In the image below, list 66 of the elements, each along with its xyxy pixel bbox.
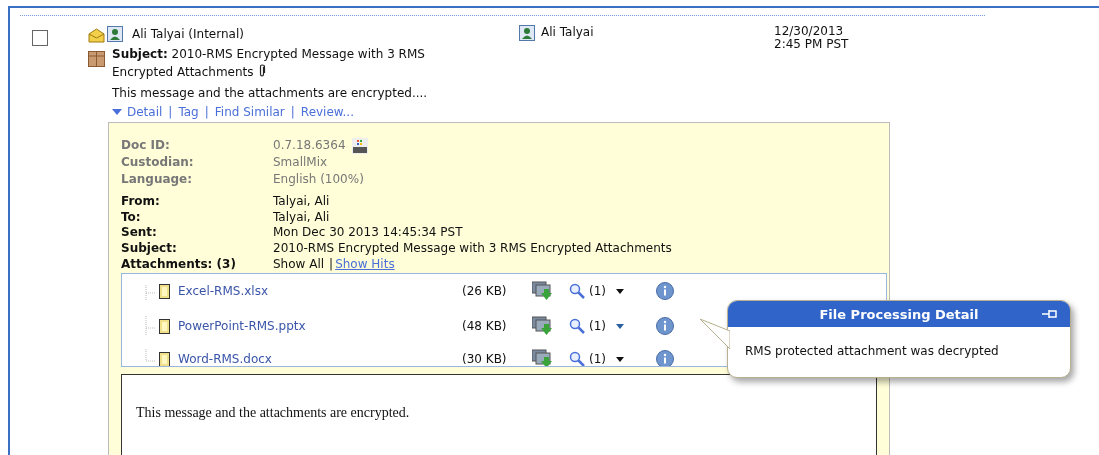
attachments-label: Attachments: (3) <box>121 256 237 273</box>
document-icon <box>159 283 170 299</box>
document-icon <box>159 351 170 366</box>
hit-count: (1) <box>589 319 607 333</box>
field-label: Language: <box>121 171 194 188</box>
download-icon <box>532 316 554 336</box>
message-subject: Subject: 2010-RMS Encrypted Message with 3 RMS Encrypted Attachments <box>112 46 426 81</box>
field-label: To: <box>121 209 142 226</box>
recipient-name: Ali Talyai <box>541 25 594 41</box>
info-icon <box>656 282 674 300</box>
attachment-link[interactable]: Word-RMS.docx <box>178 352 462 366</box>
sender-name: Ali Talyai (Internal) <box>132 27 244 41</box>
caret-down-icon <box>112 108 122 116</box>
action-link[interactable]: Find Similar <box>214 104 285 120</box>
message-date: 12/30/2013 <box>774 25 845 38</box>
field-label: From: <box>121 194 161 210</box>
show-all-text: Show All <box>273 256 325 273</box>
file-size: (26 KB) <box>462 284 508 298</box>
field-value: Talyai, Ali <box>273 209 331 226</box>
popup-title: File Processing Detail <box>819 306 979 322</box>
field-value: 0.7.18.6364 <box>273 137 346 154</box>
action-link[interactable]: Detail <box>127 104 163 120</box>
action-link[interactable]: Tag <box>178 104 199 120</box>
search-icon <box>569 318 585 334</box>
message-time: 2:45 PM PST <box>774 38 849 51</box>
search-icon <box>569 283 585 299</box>
hit-count: (1) <box>589 284 607 298</box>
show-hits-link[interactable]: Show Hits <box>335 256 395 273</box>
separator: | <box>290 104 295 120</box>
pin-icon <box>1042 308 1058 320</box>
popup-text: RMS protected attachment was decrypted <box>744 343 1000 358</box>
tree-line-icon <box>142 316 156 336</box>
separator: | <box>204 104 209 120</box>
field-value: SmallMix <box>273 154 328 171</box>
paperclip-icon <box>258 64 267 77</box>
body-text: This message and the attachments are encrypted. <box>136 404 411 421</box>
attachment-link[interactable]: PowerPoint-RMS.pptx <box>178 319 462 333</box>
field-value: Talyai, Ali <box>273 194 331 210</box>
field-label: Custodian: <box>121 154 195 171</box>
caret-down-icon <box>616 356 624 362</box>
field-value: 2010-RMS Encrypted Message with 3 RMS Encrypted Attachments <box>273 241 673 257</box>
document-icon <box>159 318 170 334</box>
separator: | <box>329 256 334 273</box>
download-icon <box>532 349 554 366</box>
search-icon <box>569 351 585 366</box>
hit-count: (1) <box>589 352 607 366</box>
field-value: Mon Dec 30 2013 14:45:34 PST <box>273 225 464 242</box>
field-label: Sent: <box>121 225 158 242</box>
caret-down-icon <box>616 323 624 329</box>
message-snippet: This message and the attachments are encrypted.... <box>112 85 429 101</box>
envelope-icon <box>88 28 105 43</box>
file-size: (48 KB) <box>462 319 508 333</box>
attachment-link[interactable]: Excel-RMS.xlsx <box>178 284 462 298</box>
info-icon <box>656 317 674 335</box>
rms-icon <box>351 137 368 154</box>
contact-icon <box>107 26 123 42</box>
download-icon <box>532 281 554 301</box>
file-size: (30 KB) <box>462 352 508 366</box>
field-label: Subject: <box>121 241 178 257</box>
separator: | <box>168 104 173 120</box>
caret-down-icon <box>616 288 624 294</box>
action-link[interactable]: Review... <box>300 104 354 120</box>
box-icon <box>88 51 105 67</box>
checkbox[interactable] <box>32 30 48 46</box>
field-label: Doc ID: <box>121 137 171 154</box>
contact-icon <box>519 25 535 41</box>
